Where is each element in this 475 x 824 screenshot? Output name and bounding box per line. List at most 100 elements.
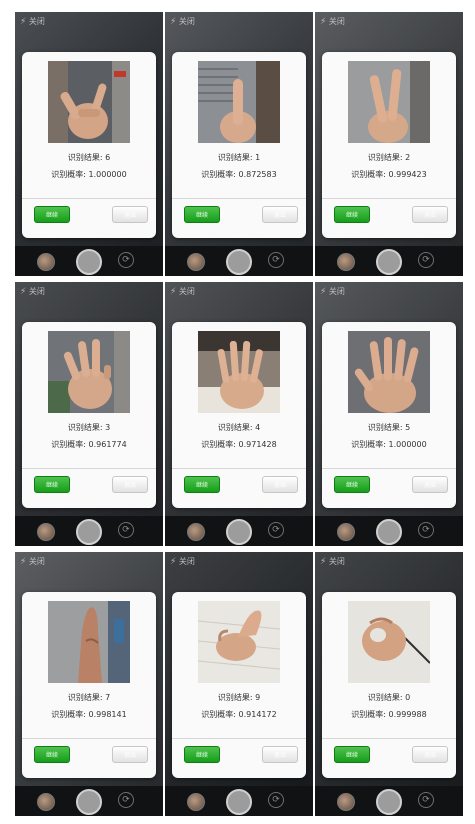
recognition-probability: 识别概率: 0.971428 xyxy=(201,440,277,449)
camera-controls: ⟳ xyxy=(15,246,163,276)
recognition-probability: 识别概率: 0.961774 xyxy=(51,440,127,449)
switch-camera-icon[interactable]: ⟳ xyxy=(118,252,134,268)
gesture-image xyxy=(48,331,130,413)
gesture-photo xyxy=(198,61,280,143)
gesture-photo xyxy=(348,331,430,413)
recognition-result: 识别结果: 2 xyxy=(367,153,411,162)
exit-button[interactable]: 退出 xyxy=(412,746,448,763)
gallery-thumbnail[interactable] xyxy=(187,793,205,811)
flash-label: 关闭 xyxy=(178,287,195,296)
camera-controls: ⟳ xyxy=(315,786,463,816)
result-dialog: 识别结果: 2 识别概率: 0.999423 继续 退出 xyxy=(322,52,456,238)
recognition-result: 识别结果: 4 xyxy=(217,423,261,432)
dialog-divider xyxy=(22,198,156,199)
screenshot-grid: ⚡ 关闭 识别结果: 6 识别概率: 1.000000 继续 退出 ⟳ ⚡ 关闭… xyxy=(15,12,463,818)
continue-button[interactable]: 继续 xyxy=(334,476,370,493)
dialog-divider xyxy=(172,198,306,199)
continue-button[interactable]: 继续 xyxy=(184,746,220,763)
flash-label: 关闭 xyxy=(28,17,45,26)
dialog-divider xyxy=(322,198,456,199)
camera-controls: ⟳ xyxy=(315,246,463,276)
shutter-button[interactable] xyxy=(76,249,102,275)
exit-button[interactable]: 退出 xyxy=(412,476,448,493)
shutter-button[interactable] xyxy=(376,249,402,275)
recognition-result: 识别结果: 0 xyxy=(367,693,411,702)
gallery-thumbnail[interactable] xyxy=(187,253,205,271)
gesture-image xyxy=(348,61,430,143)
flash-toggle[interactable]: ⚡ 关闭 xyxy=(20,16,45,27)
flash-label: 关闭 xyxy=(178,557,195,566)
continue-button[interactable]: 继续 xyxy=(334,746,370,763)
recognition-probability: 识别概率: 1.000000 xyxy=(351,440,427,449)
flash-toggle[interactable]: ⚡ 关闭 xyxy=(320,16,345,27)
gallery-thumbnail[interactable] xyxy=(337,253,355,271)
gallery-thumbnail[interactable] xyxy=(187,523,205,541)
switch-camera-icon[interactable]: ⟳ xyxy=(418,792,434,808)
shutter-button[interactable] xyxy=(226,249,252,275)
flash-toggle[interactable]: ⚡ 关闭 xyxy=(170,16,195,27)
gesture-photo xyxy=(198,601,280,683)
flash-toggle[interactable]: ⚡ 关闭 xyxy=(20,556,45,567)
shutter-button[interactable] xyxy=(376,789,402,815)
phone-screen-1: ⚡ 关闭 识别结果: 6 识别概率: 1.000000 继续 退出 ⟳ xyxy=(15,12,163,276)
result-dialog: 识别结果: 9 识别概率: 0.914172 继续 退出 xyxy=(172,592,306,778)
flash-toggle[interactable]: ⚡ 关闭 xyxy=(20,286,45,297)
gesture-image xyxy=(48,601,130,683)
switch-camera-icon[interactable]: ⟳ xyxy=(118,522,134,538)
exit-button[interactable]: 退出 xyxy=(262,476,298,493)
recognition-result: 识别结果: 3 xyxy=(67,423,111,432)
recognition-probability: 识别概率: 0.999423 xyxy=(351,170,427,179)
flash-label: 关闭 xyxy=(328,557,345,566)
exit-button[interactable]: 退出 xyxy=(412,206,448,223)
flash-icon: ⚡ xyxy=(170,557,177,567)
flash-toggle[interactable]: ⚡ 关闭 xyxy=(170,286,195,297)
phone-screen-8: ⚡ 关闭 识别结果: 9 识别概率: 0.914172 继续 退出 ⟳ xyxy=(165,552,313,816)
shutter-button[interactable] xyxy=(76,789,102,815)
exit-button[interactable]: 退出 xyxy=(112,206,148,223)
exit-button[interactable]: 退出 xyxy=(262,746,298,763)
continue-button[interactable]: 继续 xyxy=(34,746,70,763)
flash-toggle[interactable]: ⚡ 关闭 xyxy=(320,286,345,297)
gallery-thumbnail[interactable] xyxy=(337,793,355,811)
recognition-result: 识别结果: 7 xyxy=(67,693,111,702)
gesture-image xyxy=(348,331,430,413)
switch-camera-icon[interactable]: ⟳ xyxy=(268,522,284,538)
switch-camera-icon[interactable]: ⟳ xyxy=(118,792,134,808)
exit-button[interactable]: 退出 xyxy=(112,476,148,493)
exit-button[interactable]: 退出 xyxy=(112,746,148,763)
flash-toggle[interactable]: ⚡ 关闭 xyxy=(320,556,345,567)
gesture-photo xyxy=(48,61,130,143)
phone-screen-2: ⚡ 关闭 识别结果: 1 识别概率: 0.872583 继续 退出 ⟳ xyxy=(165,12,313,276)
phone-screen-5: ⚡ 关闭 识别结果: 4 识别概率: 0.971428 继续 退出 ⟳ xyxy=(165,282,313,546)
continue-button[interactable]: 继续 xyxy=(34,476,70,493)
recognition-probability: 识别概率: 1.000000 xyxy=(51,170,127,179)
gallery-thumbnail[interactable] xyxy=(37,523,55,541)
gesture-photo xyxy=(348,601,430,683)
dialog-divider xyxy=(172,738,306,739)
gallery-thumbnail[interactable] xyxy=(37,793,55,811)
gesture-image xyxy=(198,601,280,683)
gesture-photo xyxy=(48,601,130,683)
gallery-thumbnail[interactable] xyxy=(37,253,55,271)
switch-camera-icon[interactable]: ⟳ xyxy=(268,792,284,808)
result-dialog: 识别结果: 4 识别概率: 0.971428 继续 退出 xyxy=(172,322,306,508)
switch-camera-icon[interactable]: ⟳ xyxy=(418,522,434,538)
shutter-button[interactable] xyxy=(76,519,102,545)
switch-camera-icon[interactable]: ⟳ xyxy=(418,252,434,268)
continue-button[interactable]: 继续 xyxy=(334,206,370,223)
switch-camera-icon[interactable]: ⟳ xyxy=(268,252,284,268)
flash-icon: ⚡ xyxy=(20,17,27,27)
continue-button[interactable]: 继续 xyxy=(184,206,220,223)
continue-button[interactable]: 继续 xyxy=(34,206,70,223)
exit-button[interactable]: 退出 xyxy=(262,206,298,223)
gesture-image xyxy=(198,331,280,413)
gallery-thumbnail[interactable] xyxy=(337,523,355,541)
flash-label: 关闭 xyxy=(328,17,345,26)
shutter-button[interactable] xyxy=(376,519,402,545)
camera-controls: ⟳ xyxy=(165,516,313,546)
continue-button[interactable]: 继续 xyxy=(184,476,220,493)
shutter-button[interactable] xyxy=(226,519,252,545)
flash-label: 关闭 xyxy=(28,557,45,566)
flash-toggle[interactable]: ⚡ 关闭 xyxy=(170,556,195,567)
shutter-button[interactable] xyxy=(226,789,252,815)
